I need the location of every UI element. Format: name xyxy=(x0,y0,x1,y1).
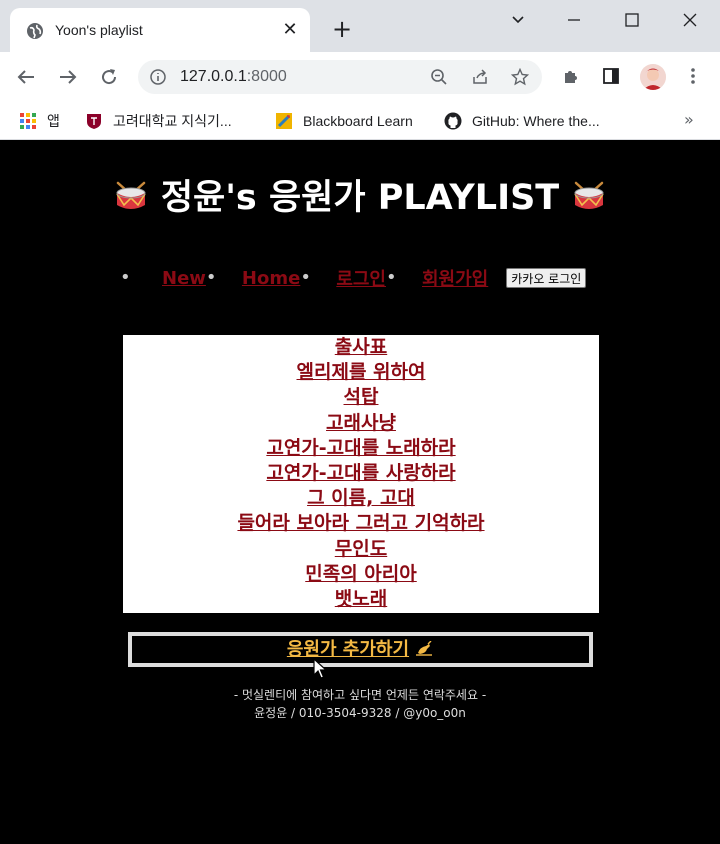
maximize-icon[interactable] xyxy=(620,8,644,32)
main-nav: • New • Home • 로그인 • 회원가입 카카오 로그인 xyxy=(120,265,587,291)
song-link[interactable]: 뱃노래 xyxy=(335,588,387,610)
close-window-icon[interactable] xyxy=(678,8,702,32)
new-tab-icon[interactable]: + xyxy=(330,17,354,42)
song-list-item: 무인도 xyxy=(123,537,599,562)
reload-icon[interactable] xyxy=(97,65,121,89)
song-list-item: 엘리제를 위하여 xyxy=(123,360,599,385)
share-icon[interactable] xyxy=(471,68,489,86)
blackboard-icon xyxy=(276,113,292,129)
song-link[interactable]: 무인도 xyxy=(335,538,387,560)
song-link[interactable]: 고래사냥 xyxy=(326,412,396,434)
bookmark-star-icon[interactable] xyxy=(511,68,529,86)
drum-icon xyxy=(116,181,146,209)
apps-grid-icon xyxy=(20,113,36,129)
song-list-item: 고래사냥 xyxy=(123,411,599,436)
drum-icon xyxy=(574,181,604,209)
back-icon[interactable] xyxy=(14,65,38,89)
nav-bullet: • xyxy=(300,267,311,288)
footer-message: - 멋실렌티에 참여하고 싶다면 언제든 연락주세요 - xyxy=(233,688,487,702)
song-link[interactable]: 고연가-고대를 노래하라 xyxy=(266,437,455,459)
add-song-label: 응원가 추가하기 xyxy=(286,639,410,660)
bookmark-github[interactable]: GitHub: Where the... xyxy=(444,109,600,133)
site-info-icon[interactable] xyxy=(150,69,166,85)
tab-search-chevron-icon[interactable] xyxy=(506,8,530,32)
profile-photo-icon xyxy=(640,64,666,90)
github-icon xyxy=(444,112,462,130)
bookmark-github-label: GitHub: Where the... xyxy=(472,113,600,129)
writing-hand-icon xyxy=(416,640,433,656)
add-song-link[interactable]: 응원가 추가하기 xyxy=(287,639,409,660)
song-link[interactable]: 출사표 xyxy=(335,336,387,358)
nav-bullet: • xyxy=(120,267,131,288)
tab-title: Yoon's playlist xyxy=(55,22,143,38)
bookmark-korea-univ-label: 고려대학교 지식기... xyxy=(113,113,232,129)
zoom-icon[interactable] xyxy=(430,68,448,86)
song-list-item: 출사표 xyxy=(123,335,599,360)
song-list: 출사표엘리제를 위하여석탑고래사냥고연가-고대를 노래하라고연가-고대를 사랑하… xyxy=(123,335,599,612)
profile-avatar[interactable] xyxy=(640,64,666,90)
kakao-login-button[interactable]: 카카오 로그인 xyxy=(506,268,587,288)
bookmarks-bar: 앱 고려대학교 지식기... Blackboard Learn GitHub: … xyxy=(0,102,720,140)
song-list-item: 고연가-고대를 노래하라 xyxy=(123,436,599,461)
side-panel-icon[interactable] xyxy=(601,66,621,86)
add-song-panel: 응원가 추가하기 xyxy=(128,632,593,667)
korea-univ-icon xyxy=(87,114,101,129)
song-list-item: 뱃노래 xyxy=(123,587,599,612)
song-list-item: 석탑 xyxy=(123,385,599,410)
song-link[interactable]: 들어라 보아라 그러고 기억하라 xyxy=(237,512,484,534)
nav-bullet: • xyxy=(386,267,397,288)
site-title-text: 정윤's 응원가 PLAYLIST xyxy=(160,178,560,218)
nav-login-link[interactable]: 로그인 xyxy=(336,265,386,291)
nav-signup-link[interactable]: 회원가입 xyxy=(422,265,488,291)
song-link[interactable]: 그 이름, 고대 xyxy=(307,487,415,509)
minimize-icon[interactable] xyxy=(562,8,586,32)
globe-icon xyxy=(27,23,43,39)
browser-tab[interactable]: Yoon's playlist ✕ xyxy=(10,8,310,52)
site-title: 정윤's 응원가 PLAYLIST xyxy=(0,169,720,220)
tab-strip: Yoon's playlist ✕ + xyxy=(0,0,720,52)
nav-new-link[interactable]: New xyxy=(162,268,206,289)
bookmarks-overflow-button[interactable]: » xyxy=(684,110,694,129)
footer-contact: 윤정윤 / 010-3504-9328 / @y0o_o0n xyxy=(254,706,466,720)
song-link[interactable]: 석탑 xyxy=(344,386,379,408)
footer: - 멋실렌티에 참여하고 싶다면 언제든 연락주세요 - 윤정윤 / 010-3… xyxy=(0,686,720,722)
nav-home-link[interactable]: Home xyxy=(242,268,300,289)
song-link[interactable]: 고연가-고대를 사랑하라 xyxy=(266,462,455,484)
bookmark-korea-univ[interactable]: 고려대학교 지식기... xyxy=(85,109,232,133)
bookmark-apps[interactable]: 앱 xyxy=(19,109,60,133)
song-link[interactable]: 민족의 아리아 xyxy=(305,563,417,585)
bookmark-blackboard[interactable]: Blackboard Learn xyxy=(275,109,413,133)
bookmark-blackboard-label: Blackboard Learn xyxy=(303,113,413,129)
mouse-cursor-icon xyxy=(313,658,328,679)
browser-toolbar: 127.0.0.1:8000 xyxy=(0,52,720,102)
extensions-icon[interactable] xyxy=(561,66,581,86)
song-link[interactable]: 엘리제를 위하여 xyxy=(297,361,426,383)
menu-kebab-icon[interactable] xyxy=(683,66,703,86)
song-list-item: 그 이름, 고대 xyxy=(123,486,599,511)
tab-close-icon[interactable]: ✕ xyxy=(280,20,300,40)
song-list-item: 민족의 아리아 xyxy=(123,562,599,587)
bookmark-apps-label: 앱 xyxy=(47,113,60,129)
song-list-panel: 출사표엘리제를 위하여석탑고래사냥고연가-고대를 노래하라고연가-고대를 사랑하… xyxy=(123,335,599,613)
address-bar[interactable]: 127.0.0.1:8000 xyxy=(138,60,542,94)
song-list-item: 들어라 보아라 그러고 기억하라 xyxy=(123,511,599,536)
page-content: 정윤's 응원가 PLAYLIST • New • Home • 로그인 • 회… xyxy=(0,141,720,844)
song-list-item: 고연가-고대를 사랑하라 xyxy=(123,461,599,486)
url-text: 127.0.0.1:8000 xyxy=(180,68,287,85)
nav-bullet: • xyxy=(205,267,217,288)
forward-icon[interactable] xyxy=(56,65,80,89)
